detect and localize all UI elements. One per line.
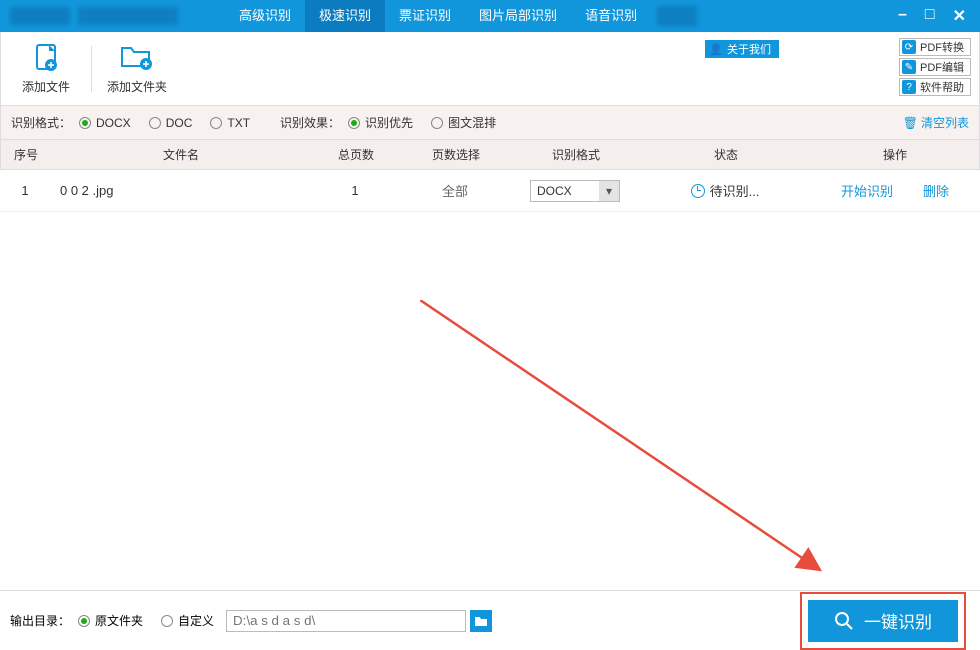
tab-voice[interactable]: 语音识别	[571, 0, 651, 32]
col-num: 序号	[1, 146, 51, 163]
format-select[interactable]: DOCX	[530, 180, 620, 202]
options-bar: 识别格式： DOCX DOC TXT 识别效果： 识别优先 图文混排 🗑 清空列…	[0, 106, 980, 140]
browse-button[interactable]	[470, 610, 492, 632]
radio-mixed[interactable]: 图文混排	[431, 114, 496, 131]
pdf-edit-link[interactable]: ✎PDF编辑	[899, 58, 971, 76]
main-button-highlight: 一键识别	[800, 592, 966, 650]
cell-status: 待识别...	[640, 181, 810, 200]
format-label: 识别格式：	[11, 114, 71, 131]
output-label: 输出目录：	[10, 612, 70, 629]
help-icon: ?	[902, 80, 916, 94]
main-tabs: 高级识别 极速识别 票证识别 图片局部识别 语音识别	[225, 0, 651, 32]
one-click-recognize-button[interactable]: 一键识别	[808, 600, 958, 642]
cell-format: DOCX	[510, 180, 640, 202]
add-file-button[interactable]: 添加文件	[1, 42, 91, 95]
cell-action: 开始识别 删除	[810, 181, 980, 200]
output-path-input[interactable]	[226, 610, 466, 632]
add-file-label: 添加文件	[22, 78, 70, 95]
clock-icon	[691, 184, 705, 198]
titlebar: 高级识别 极速识别 票证识别 图片局部识别 语音识别 – □ ✕	[0, 0, 980, 32]
close-button[interactable]: ✕	[953, 6, 966, 26]
cell-name: 0 0 2 .jpg	[50, 183, 310, 198]
effect-radios: 识别优先 图文混排	[348, 114, 496, 131]
radio-custom-folder[interactable]: 自定义	[161, 612, 214, 629]
radio-doc[interactable]: DOC	[149, 116, 193, 130]
badge-blur	[657, 6, 697, 26]
radio-dot-icon	[161, 615, 173, 627]
tab-advanced[interactable]: 高级识别	[225, 0, 305, 32]
radio-dot-icon	[78, 615, 90, 627]
title-blur	[78, 7, 178, 25]
col-pages: 总页数	[311, 146, 401, 163]
tab-partial[interactable]: 图片局部识别	[465, 0, 571, 32]
radio-original-folder[interactable]: 原文件夹	[78, 612, 143, 629]
radio-dot-icon	[348, 117, 360, 129]
cell-num: 1	[0, 183, 50, 198]
trash-icon: 🗑	[903, 116, 918, 130]
about-button[interactable]: 👤 关于我们	[705, 40, 779, 58]
table-header: 序号 文件名 总页数 页数选择 识别格式 状态 操作	[0, 140, 980, 170]
help-link[interactable]: ?软件帮助	[899, 78, 971, 96]
tab-fast[interactable]: 极速识别	[305, 0, 385, 32]
clear-list-button[interactable]: 🗑 清空列表	[903, 114, 969, 131]
cell-pages: 1	[310, 183, 400, 198]
cell-pagesel[interactable]: 全部	[400, 181, 510, 200]
col-format: 识别格式	[511, 146, 641, 163]
window-controls: – □ ✕	[898, 6, 980, 26]
col-name: 文件名	[51, 146, 311, 163]
side-links: ⟳PDF转换 ✎PDF编辑 ?软件帮助	[899, 38, 971, 96]
radio-dot-icon	[210, 117, 222, 129]
search-icon	[834, 611, 854, 631]
radio-dot-icon	[79, 117, 91, 129]
maximize-button[interactable]: □	[925, 6, 935, 26]
tab-ticket[interactable]: 票证识别	[385, 0, 465, 32]
add-folder-label: 添加文件夹	[107, 78, 167, 95]
col-action: 操作	[811, 146, 979, 163]
annotation-arrow	[420, 300, 850, 590]
col-status: 状态	[641, 146, 811, 163]
folder-add-icon	[119, 42, 155, 74]
delete-link[interactable]: 删除	[923, 181, 949, 200]
radio-txt[interactable]: TXT	[210, 116, 250, 130]
table-row: 1 0 0 2 .jpg 1 全部 DOCX 待识别... 开始识别 删除	[0, 170, 980, 212]
file-add-icon	[30, 42, 62, 74]
footer-bar: 输出目录： 原文件夹 自定义 一键识别	[0, 590, 980, 650]
logo-blur	[10, 7, 70, 25]
convert-icon: ⟳	[902, 40, 916, 54]
folder-icon	[474, 614, 488, 628]
minimize-button[interactable]: –	[898, 6, 907, 26]
radio-dot-icon	[431, 117, 443, 129]
radio-dot-icon	[149, 117, 161, 129]
effect-label: 识别效果：	[280, 114, 340, 131]
start-recognize-link[interactable]: 开始识别	[841, 181, 893, 200]
toolbar: 添加文件 添加文件夹 👤 关于我们 ⟳PDF转换 ✎PDF编辑 ?软件帮助	[0, 32, 980, 106]
person-icon: 👤	[709, 43, 723, 56]
edit-icon: ✎	[902, 60, 916, 74]
radio-priority[interactable]: 识别优先	[348, 114, 413, 131]
add-folder-button[interactable]: 添加文件夹	[92, 42, 182, 95]
format-radios: DOCX DOC TXT	[79, 116, 250, 130]
about-label: 关于我们	[727, 41, 771, 57]
col-pagesel: 页数选择	[401, 146, 511, 163]
pdf-convert-link[interactable]: ⟳PDF转换	[899, 38, 971, 56]
output-radios: 原文件夹 自定义	[78, 612, 214, 629]
radio-docx[interactable]: DOCX	[79, 116, 131, 130]
